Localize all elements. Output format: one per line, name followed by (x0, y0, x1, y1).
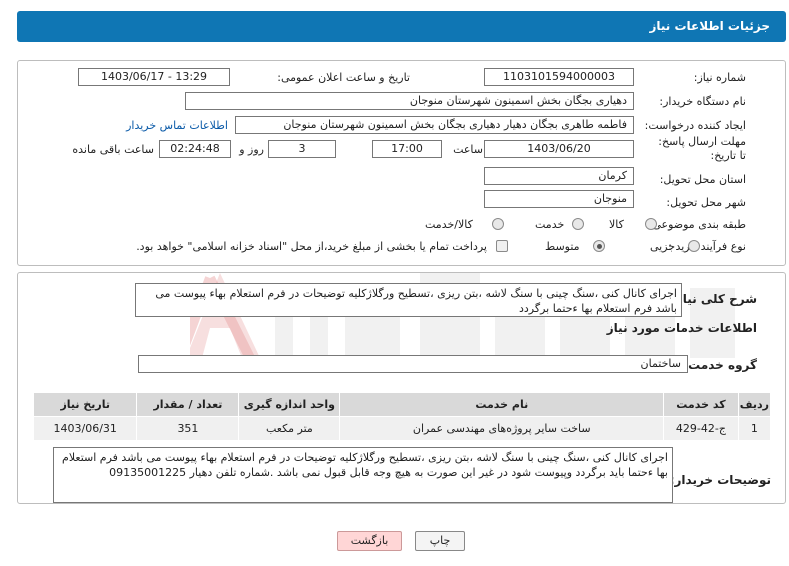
announce-date-field: 1403/06/17 - 13:29 (78, 68, 230, 86)
category-radio-service[interactable] (572, 218, 584, 230)
city-label: شهر محل تحویل: (666, 196, 746, 209)
category-radio-goods-service[interactable] (492, 218, 504, 230)
col-row-number: ردیف (737, 392, 772, 417)
col-unit: واحد اندازه گیری (238, 392, 341, 417)
buyer-contact-link[interactable]: اطلاعات تماس خریدار (126, 119, 228, 132)
page-title: جزئیات اطلاعات نیاز (649, 19, 770, 33)
treasury-payment-checkbox[interactable] (496, 240, 508, 252)
services-table: ردیف کد خدمت نام خدمت واحد اندازه گیری ت… (32, 392, 772, 441)
cell-row-number: 1 (737, 416, 772, 441)
deadline-time-label: ساعت (453, 143, 483, 156)
buyer-org-label: نام دستگاه خریدار: (659, 95, 746, 108)
cell-service-name: ساخت سایر پروژه‌های مهندسی عمران (339, 416, 665, 441)
services-table-header: ردیف کد خدمت نام خدمت واحد اندازه گیری ت… (32, 392, 772, 417)
cell-quantity: 351 (136, 416, 240, 441)
summary-label: شرح کلی نیاز: (671, 292, 757, 306)
col-need-date: تاریخ نیاز (32, 392, 138, 417)
col-service-code: کد خدمت (663, 392, 739, 417)
process-option-minor: جزیی (650, 240, 676, 253)
category-option-goods-service: کالا/خدمت (425, 218, 473, 231)
deadline-time-field: 17:00 (372, 140, 442, 158)
process-type-label: نوع فرآیند خرید : (668, 240, 746, 253)
deadline-label: مهلت ارسال پاسخ: تا تاریخ: (658, 135, 746, 162)
creator-label: ایجاد کننده درخواست: (644, 119, 746, 132)
category-radio-goods[interactable] (645, 218, 657, 230)
category-label: طبقه بندی موضوعی: (648, 218, 746, 231)
category-option-goods: کالا (609, 218, 624, 231)
creator-field: فاطمه طاهری بجگان دهیار دهیاری بجگان بخش… (235, 116, 634, 134)
need-number-field: 1103101594000003 (484, 68, 634, 86)
services-section-title: اطلاعات خدمات مورد نیاز (606, 321, 757, 335)
need-number-label: شماره نیاز: (693, 71, 746, 84)
province-field: کرمان (484, 167, 634, 185)
col-quantity: تعداد / مقدار (136, 392, 240, 417)
cell-service-code: ج-42-429 (663, 416, 739, 441)
days-remaining-field: 3 (268, 140, 336, 158)
process-option-medium: متوسط (545, 240, 580, 253)
buyer-notes-label: توضیحات خریدار: (669, 473, 771, 487)
days-label: روز و (239, 143, 264, 156)
service-group-label: گروه خدمت: (683, 358, 757, 372)
treasury-payment-text: پرداخت تمام یا بخشی از مبلغ خرید،از محل … (136, 240, 487, 253)
need-info-panel (17, 60, 786, 266)
back-button[interactable]: بازگشت (337, 531, 402, 551)
page-title-bar: جزئیات اطلاعات نیاز (17, 11, 786, 42)
category-option-service: خدمت (535, 218, 565, 231)
col-service-name: نام خدمت (339, 392, 665, 417)
announce-date-label: تاریخ و ساعت اعلان عمومی: (277, 71, 410, 84)
buyer-notes-textarea[interactable]: اجرای کانال کنی ،سنگ چینی با سنگ لاشه ،ب… (53, 447, 673, 503)
city-field: منوجان (484, 190, 634, 208)
summary-textarea[interactable]: اجرای کانال کنی ،سنگ چینی با سنگ لاشه ،ب… (135, 283, 682, 317)
province-label: استان محل تحویل: (659, 173, 746, 186)
cell-unit: متر مکعب (238, 416, 341, 441)
deadline-date-field: 1403/06/20 (484, 140, 634, 158)
process-radio-minor[interactable] (688, 240, 700, 252)
table-row: 1 ج-42-429 ساخت سایر پروژه‌های مهندسی عم… (32, 416, 772, 441)
process-radio-medium[interactable] (593, 240, 605, 252)
buyer-org-field: دهیاری بجگان بخش اسمینون شهرستان منوجان (185, 92, 634, 110)
print-button[interactable]: چاپ (415, 531, 465, 551)
remaining-time-field: 02:24:48 (159, 140, 231, 158)
service-group-field: ساختمان (138, 355, 688, 373)
cell-need-date: 1403/06/31 (32, 416, 138, 441)
remaining-time-label: ساعت باقی مانده (72, 143, 154, 156)
